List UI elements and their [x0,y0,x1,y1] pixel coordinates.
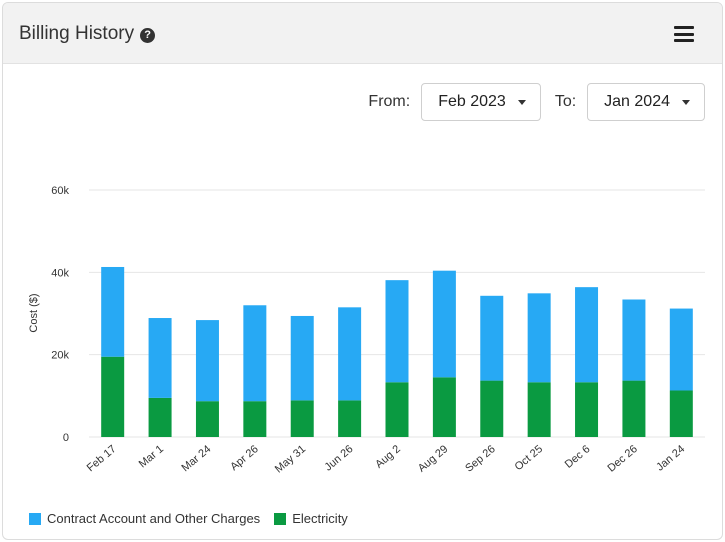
bar-contract[interactable] [148,318,172,398]
chart-legend: Contract Account and Other Charges Elect… [29,511,362,526]
x-tick-label: Feb 17 [85,443,119,474]
bar-contract[interactable] [290,315,314,401]
billing-history-card: Billing History ? From: Feb 2023 To: Jan… [2,2,723,540]
y-axis-label: Cost ($) [28,293,40,332]
bar-electricity[interactable] [575,382,599,437]
bar-contract[interactable] [385,280,409,383]
bar-contract[interactable] [527,293,551,383]
bar-electricity[interactable] [195,401,219,437]
bar-contract[interactable] [480,295,504,381]
bar-electricity[interactable] [432,377,456,437]
y-tick-label: 40k [51,267,69,279]
legend-swatch-electricity [274,512,287,525]
x-tick-label: Jan 24 [654,443,687,473]
bar-electricity[interactable] [480,380,504,437]
bar-electricity[interactable] [290,400,314,437]
x-tick-label: Dec 6 [563,443,593,471]
bar-electricity[interactable] [101,356,125,437]
legend-label-contract: Contract Account and Other Charges [47,511,261,526]
billing-chart: 0 20k 40k 60k Cost ($) Feb 17 Mar 1 Mar 24 Apr 2… [28,185,705,475]
bar-contract[interactable] [669,308,693,391]
bar-electricity[interactable] [622,380,646,437]
x-tick-label: Mar 1 [137,443,166,470]
bar-electricity[interactable] [385,382,409,437]
x-tick-label: Oct 25 [513,443,546,473]
x-tick-label: Aug 2 [373,443,403,471]
x-tick-label: Mar 24 [179,443,213,474]
bar-contract[interactable] [338,307,362,401]
y-tick-label: 20k [51,350,69,362]
bar-contract[interactable] [575,287,599,383]
x-tick-label: Aug 29 [416,443,450,475]
bar-contract[interactable] [243,305,267,402]
legend-item-contract[interactable]: Contract Account and Other Charges [29,511,260,526]
bar-electricity[interactable] [148,397,172,437]
bar-electricity[interactable] [338,400,362,437]
legend-item-electricity[interactable]: Electricity [274,511,348,526]
x-tick-label: Dec 26 [605,443,639,475]
x-tick-label: Sep 26 [463,443,497,475]
bar-contract[interactable] [432,270,456,378]
y-tick-label: 60k [51,185,69,197]
bar-contract[interactable] [195,320,219,402]
bar-electricity[interactable] [669,390,693,437]
y-tick-label: 0 [63,432,69,444]
bar-contract[interactable] [101,266,125,357]
x-tick-label: Apr 26 [228,443,261,473]
x-tick-label: May 31 [273,443,308,475]
bar-contract[interactable] [622,299,646,381]
bar-electricity[interactable] [527,382,551,437]
legend-swatch-contract [29,512,41,525]
bar-electricity[interactable] [243,401,267,437]
legend-label-electricity: Electricity [292,511,348,526]
x-tick-label: Jun 26 [323,443,356,473]
